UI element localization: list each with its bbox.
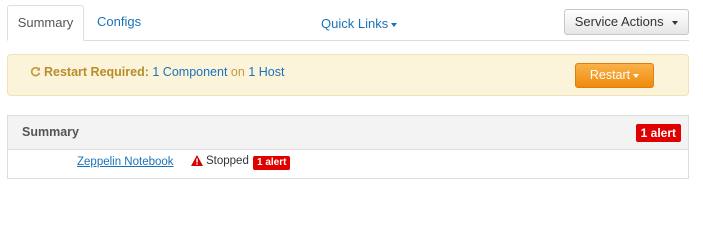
restart-required-message: Restart Required: 1 Component on 1 Host bbox=[30, 65, 284, 79]
summary-panel: Summary 1 alert Zeppelin Notebook Stoppe… bbox=[7, 115, 689, 179]
quick-links-label: Quick Links bbox=[321, 16, 389, 31]
restart-on-text: on bbox=[230, 65, 245, 79]
component-status: Stopped bbox=[191, 155, 249, 167]
refresh-icon bbox=[30, 66, 41, 77]
restart-button[interactable]: Restart bbox=[575, 63, 654, 88]
restart-component-link[interactable]: 1 Component bbox=[152, 65, 227, 79]
service-actions-label: Service Actions bbox=[574, 14, 664, 29]
summary-panel-title: Summary bbox=[22, 125, 79, 139]
summary-panel-header: Summary 1 alert bbox=[8, 116, 688, 150]
component-status-text: Stopped bbox=[206, 155, 249, 167]
warning-icon bbox=[191, 155, 203, 166]
quick-links-dropdown[interactable]: Quick Links bbox=[321, 16, 398, 31]
component-alert-badge[interactable]: 1 alert bbox=[253, 156, 291, 170]
tab-configs[interactable]: Configs bbox=[85, 5, 153, 41]
alert-badge[interactable]: 1 alert bbox=[635, 124, 681, 142]
tab-summary[interactable]: Summary bbox=[7, 5, 84, 41]
service-actions-button[interactable]: Service Actions bbox=[564, 9, 689, 35]
zeppelin-notebook-link[interactable]: Zeppelin Notebook bbox=[77, 156, 174, 168]
restart-host-link[interactable]: 1 Host bbox=[248, 65, 284, 79]
caret-down-icon bbox=[391, 22, 398, 27]
component-row: Zeppelin Notebook Stopped 1 alert bbox=[8, 150, 688, 178]
restart-button-label: Restart bbox=[589, 68, 631, 82]
restart-required-label: Restart Required: bbox=[44, 65, 149, 79]
restart-required-banner: Restart Required: 1 Component on 1 Host … bbox=[7, 54, 689, 96]
caret-down-icon bbox=[672, 20, 679, 25]
caret-down-icon bbox=[633, 73, 640, 78]
